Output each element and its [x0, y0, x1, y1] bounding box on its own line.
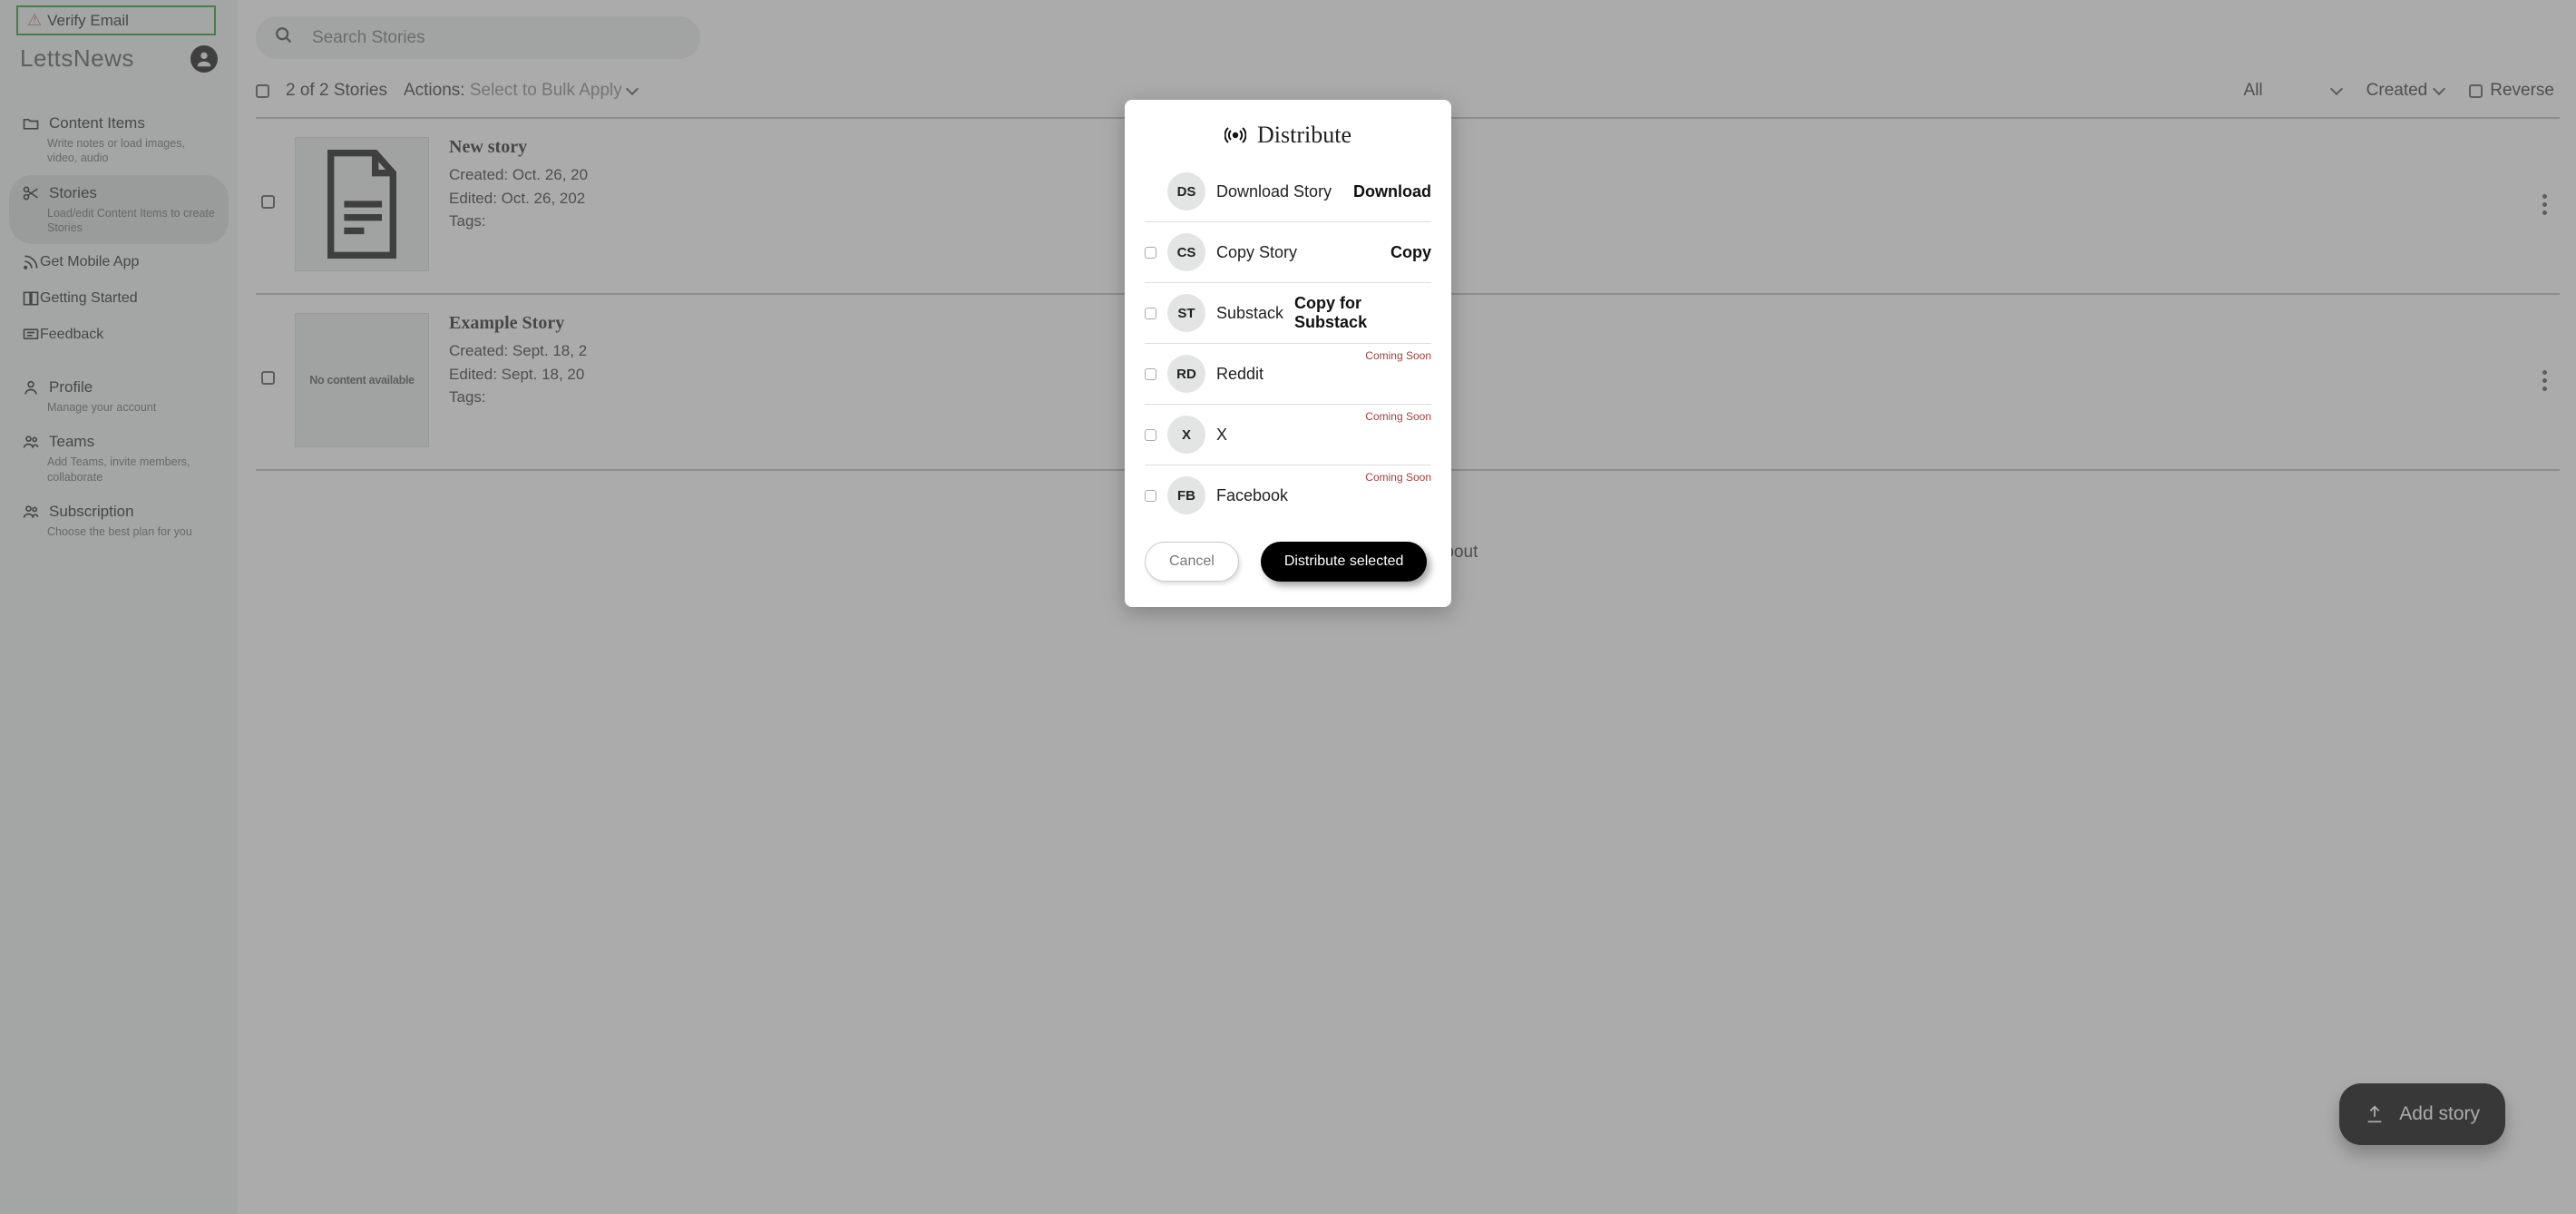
distribute-options: DS Download Story Download CS Copy Story…	[1145, 162, 1431, 525]
badge: DS	[1167, 172, 1205, 210]
copy-action[interactable]: Copy	[1390, 243, 1431, 262]
badge: FB	[1167, 476, 1205, 514]
badge: ST	[1167, 294, 1205, 332]
modal-overlay[interactable]: Distribute DS Download Story Download CS…	[0, 0, 2576, 1214]
badge: RD	[1167, 355, 1205, 393]
cancel-button[interactable]: Cancel	[1145, 542, 1239, 582]
option-label: Copy Story	[1216, 243, 1380, 262]
broadcast-icon	[1225, 124, 1246, 146]
coming-soon-label: Coming Soon	[1365, 349, 1431, 362]
distribute-modal: Distribute DS Download Story Download CS…	[1125, 100, 1451, 607]
distribute-item-download: DS Download Story Download	[1145, 162, 1431, 222]
distribute-selected-button[interactable]: Distribute selected	[1261, 542, 1428, 582]
distribute-item-facebook: Coming Soon FB Facebook	[1145, 465, 1431, 525]
option-label: Reddit	[1216, 365, 1431, 384]
option-checkbox[interactable]	[1145, 368, 1156, 380]
option-checkbox[interactable]	[1145, 490, 1156, 502]
coming-soon-label: Coming Soon	[1365, 471, 1431, 484]
option-label: X	[1216, 426, 1431, 445]
distribute-item-copy: CS Copy Story Copy	[1145, 222, 1431, 283]
option-label: Facebook	[1216, 486, 1431, 505]
badge: X	[1167, 416, 1205, 454]
distribute-item-reddit: Coming Soon RD Reddit	[1145, 344, 1431, 405]
option-checkbox[interactable]	[1145, 247, 1156, 259]
modal-title: Distribute	[1145, 122, 1431, 149]
distribute-item-substack: ST Substack Copy for Substack	[1145, 283, 1431, 344]
distribute-item-x: Coming Soon X X	[1145, 405, 1431, 465]
copy-substack-action[interactable]: Copy for Substack	[1294, 294, 1431, 332]
option-label: Substack	[1216, 304, 1283, 323]
option-label: Download Story	[1216, 182, 1342, 201]
option-checkbox[interactable]	[1145, 429, 1156, 441]
coming-soon-label: Coming Soon	[1365, 410, 1431, 423]
badge: CS	[1167, 233, 1205, 271]
download-action[interactable]: Download	[1353, 182, 1431, 201]
option-checkbox[interactable]	[1145, 308, 1156, 319]
